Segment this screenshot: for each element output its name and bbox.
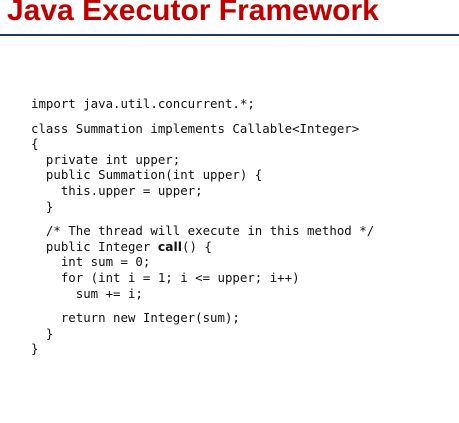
slide-title: Java Executor Framework <box>7 0 379 27</box>
code-line: this.upper = upper; <box>31 182 203 198</box>
code-line-call-method: public Integer call() { <box>31 239 374 255</box>
code-line: public Summation(int upper) { <box>31 167 263 183</box>
code-line: } <box>31 325 54 341</box>
code-fragment: () { <box>182 238 212 254</box>
code-line: } <box>31 198 54 214</box>
code-line: class Summation implements Callable<Inte… <box>31 120 360 136</box>
code-listing: import java.util.concurrent.*; class Sum… <box>31 96 374 357</box>
code-fragment: public Integer <box>31 238 158 254</box>
code-line: } <box>31 341 39 357</box>
code-line: sum += i; <box>31 285 143 301</box>
code-line: private int upper; <box>31 151 181 167</box>
code-line: int sum = 0; <box>31 254 151 270</box>
code-line: { <box>31 136 39 152</box>
code-line: import java.util.concurrent.*; <box>31 96 255 111</box>
method-name-call: call <box>157 238 183 254</box>
code-line: for (int i = 1; i <= upper; i++) <box>31 269 300 285</box>
code-line: /* The thread will execute in this metho… <box>31 223 375 239</box>
code-line: return new Integer(sum); <box>31 310 240 326</box>
title-divider <box>0 34 459 36</box>
